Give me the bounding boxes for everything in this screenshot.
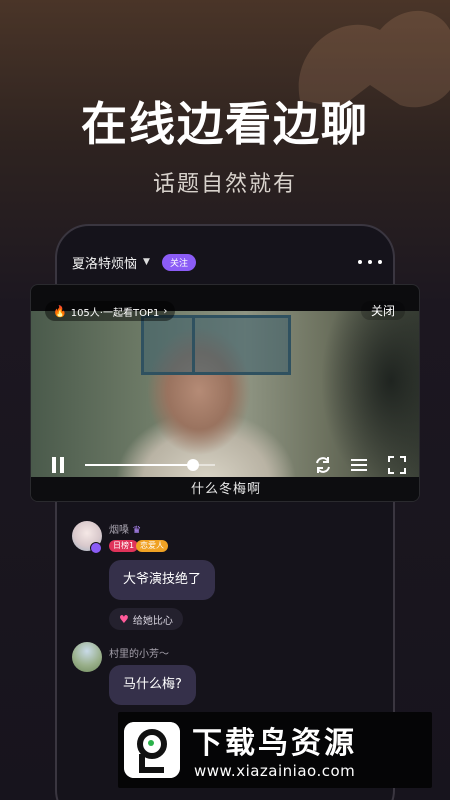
- video-subtitle: 什么冬梅啊: [31, 477, 419, 501]
- player-controls: [31, 453, 419, 477]
- close-button[interactable]: 关闭: [360, 301, 405, 320]
- viewer-count-text: 105人·一起看TOP1: [70, 307, 160, 319]
- watermark-url: www.xiazainiao.com: [194, 762, 356, 780]
- avatar[interactable]: [72, 642, 102, 672]
- watermark-title: 下载鸟资源: [192, 726, 357, 761]
- promo-subline: 话题自然就有: [152, 172, 297, 197]
- send-heart-button[interactable]: ♥ 给她比心: [109, 608, 183, 630]
- playlist-icon[interactable]: [349, 455, 369, 475]
- progress-slider[interactable]: [85, 459, 215, 471]
- rank-badge: 日榜1: [109, 540, 139, 552]
- heart-icon: ♥: [119, 612, 129, 626]
- follow-button[interactable]: 关注: [161, 253, 196, 271]
- chat-bubble: 大爷演技绝了: [109, 560, 216, 600]
- promo-headline: 在线边看边聊: [81, 97, 369, 151]
- bird-logo-icon: [124, 722, 180, 778]
- verified-badge-icon: [90, 542, 102, 554]
- watermark-banner: 下载鸟资源 www.xiazainiao.com: [118, 712, 432, 788]
- love-badge: 恋爱人: [136, 540, 168, 552]
- progress-fill: [85, 464, 193, 466]
- chat-bubble: 马什么梅?: [109, 665, 196, 705]
- viewer-count-pill[interactable]: 🔥 105人·一起看TOP1 ›: [45, 301, 176, 321]
- more-dots-icon[interactable]: [358, 252, 382, 272]
- chat-username: 烟嗓 ♛: [109, 525, 142, 536]
- pause-icon[interactable]: [51, 457, 65, 473]
- progress-knob[interactable]: [186, 459, 199, 471]
- chat-username: 村里的小芳～: [109, 649, 169, 660]
- chevron-right-icon: ›: [163, 305, 168, 317]
- flame-icon: 🔥: [53, 304, 67, 318]
- video-player[interactable]: 🔥 105人·一起看TOP1 › 关闭 什么冬梅啊: [30, 284, 420, 502]
- send-heart-label: 给她比心: [132, 615, 173, 627]
- refresh-icon[interactable]: [313, 455, 333, 475]
- room-name[interactable]: 夏洛特烦恼: [72, 253, 137, 272]
- chevron-down-icon[interactable]: ▼: [143, 257, 150, 267]
- crown-icon: ♛: [132, 525, 142, 536]
- video-scene-window: [141, 315, 291, 375]
- fullscreen-icon[interactable]: [387, 455, 407, 475]
- room-header: 夏洛特烦恼 ▼ 关注: [72, 252, 196, 272]
